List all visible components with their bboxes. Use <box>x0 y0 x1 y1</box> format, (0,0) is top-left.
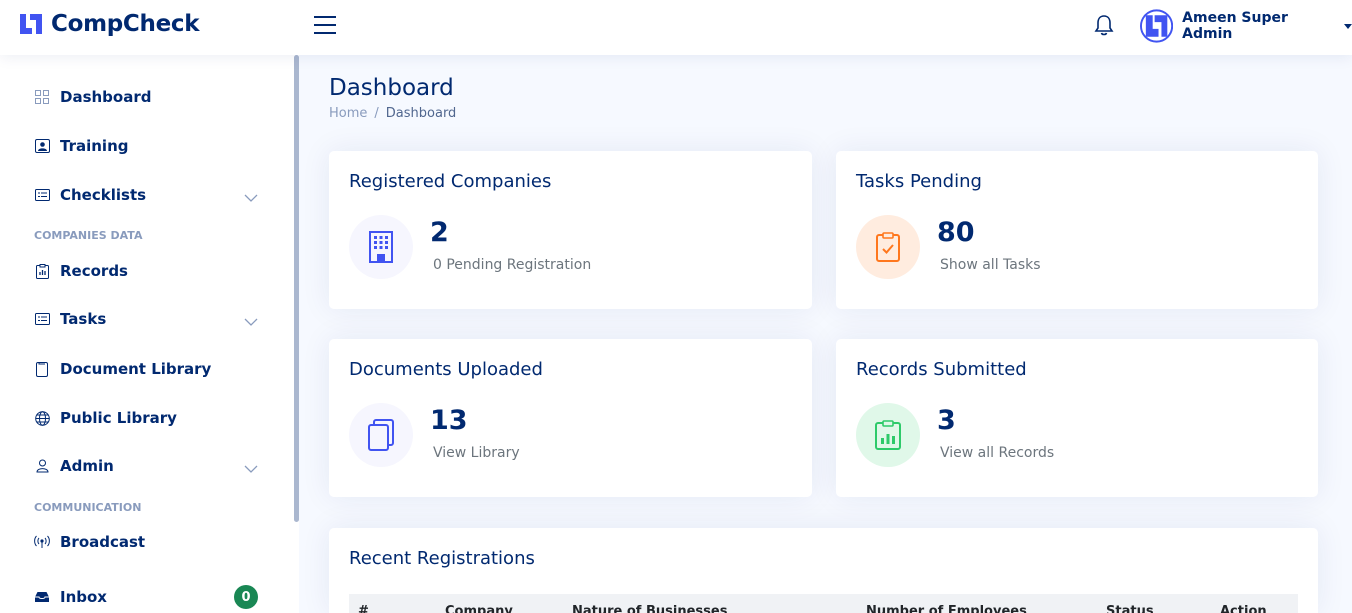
column-header[interactable]: # <box>358 604 369 613</box>
documents-uploaded-card: Documents Uploaded 13 View Library <box>329 339 812 497</box>
breadcrumb-home-link[interactable]: Home <box>329 106 367 121</box>
column-header[interactable]: Status <box>1106 604 1154 613</box>
sidebar-item-label: Dashboard <box>60 88 152 106</box>
sidebar-item-label: Admin <box>60 457 114 475</box>
card-title: Recent Registrations <box>349 548 535 569</box>
card-value: 80 <box>937 217 975 248</box>
sidebar-item-document-library[interactable]: Document Library <box>34 357 262 381</box>
sidebar-item-records[interactable]: Records <box>34 259 262 283</box>
column-header[interactable]: Action <box>1220 604 1267 613</box>
column-header[interactable]: Nature of Businesses <box>572 604 727 613</box>
sidebar-item-tasks[interactable]: Tasks <box>34 307 262 331</box>
sidebar-item-label: Records <box>60 262 128 280</box>
person-icon <box>34 458 50 474</box>
building-icon <box>349 215 413 279</box>
sidebar-item-inbox[interactable]: Inbox 0 <box>34 585 262 609</box>
profile-dropdown[interactable]: Ameen Super Admin <box>1140 9 1352 43</box>
clipboard-check-icon <box>856 215 920 279</box>
breadcrumb: Home / Dashboard <box>329 106 456 121</box>
card-value: 2 <box>430 217 449 248</box>
sidebar-item-label: Training <box>60 137 129 155</box>
sidebar-item-label: Inbox <box>60 588 107 606</box>
pending-registration-link[interactable]: 0 Pending Registration <box>433 257 591 273</box>
view-library-link[interactable]: View Library <box>433 445 520 461</box>
sidebar-item-admin[interactable]: Admin <box>34 454 262 478</box>
brand-logo[interactable]: CompCheck <box>18 11 200 37</box>
table-header: # Company Nature of Businesses Number of… <box>349 594 1298 613</box>
clipboard-data-icon <box>856 403 920 467</box>
column-header[interactable]: Number of Employees <box>866 604 1027 613</box>
sidebar-item-label: Checklists <box>60 186 147 204</box>
records-submitted-card: Records Submitted 3 View all Records <box>836 339 1318 497</box>
avatar <box>1140 9 1174 43</box>
chevron-down-icon <box>244 458 258 477</box>
sidebar-item-checklists[interactable]: Checklists <box>34 183 262 207</box>
card-title: Tasks Pending <box>856 171 982 192</box>
top-header: CompCheck Ameen Super Admin <box>0 0 1352 55</box>
card-title: Documents Uploaded <box>349 359 543 380</box>
caret-down-icon <box>1344 23 1352 29</box>
file-icon <box>34 361 50 377</box>
chevron-down-icon <box>244 311 258 330</box>
compcheck-logo-icon <box>20 14 42 34</box>
page-title: Dashboard <box>329 75 454 101</box>
sidebar-item-label: Tasks <box>60 310 107 328</box>
inbox-icon <box>34 589 50 605</box>
card-list-icon <box>34 311 50 327</box>
sidebar-item-training[interactable]: Training <box>34 134 262 158</box>
menu-toggle-icon[interactable] <box>314 16 336 34</box>
inbox-count-badge: 0 <box>234 585 258 609</box>
sidebar-item-label: Public Library <box>60 409 177 427</box>
sidebar-heading-communication: COMMUNICATION <box>34 501 142 514</box>
user-name: Ameen Super Admin <box>1182 10 1288 42</box>
brand-name: CompCheck <box>51 11 200 37</box>
sidebar-item-dashboard[interactable]: Dashboard <box>34 85 262 109</box>
broadcast-icon <box>34 534 50 550</box>
column-header[interactable]: Company <box>445 604 513 613</box>
card-value: 3 <box>937 405 956 436</box>
breadcrumb-separator: / <box>374 106 379 121</box>
sidebar-item-public-library[interactable]: Public Library <box>34 406 262 430</box>
clipboard-data-icon <box>34 263 50 279</box>
sidebar-item-label: Document Library <box>60 360 212 378</box>
recent-registrations-card: Recent Registrations # Company Nature of… <box>329 528 1318 613</box>
globe-icon <box>34 410 50 426</box>
breadcrumb-current: Dashboard <box>385 106 457 121</box>
card-value: 13 <box>430 405 468 436</box>
chevron-down-icon <box>244 187 258 206</box>
tasks-pending-card: Tasks Pending 80 Show all Tasks <box>836 151 1318 309</box>
view-all-records-link[interactable]: View all Records <box>940 445 1054 461</box>
files-icon <box>349 403 413 467</box>
card-title: Records Submitted <box>856 359 1027 380</box>
person-video-icon <box>34 138 50 154</box>
sidebar-scrollbar[interactable] <box>294 55 299 522</box>
notifications-bell-icon[interactable] <box>1094 14 1114 40</box>
show-all-tasks-link[interactable]: Show all Tasks <box>940 257 1041 273</box>
sidebar-item-label: Broadcast <box>60 533 146 551</box>
grid-icon <box>34 89 50 105</box>
registered-companies-card: Registered Companies 2 0 Pending Registr… <box>329 151 812 309</box>
card-list-icon <box>34 187 50 203</box>
sidebar-item-broadcast[interactable]: Broadcast <box>34 530 262 554</box>
sidebar-heading-companies-data: COMPANIES DATA <box>34 229 143 242</box>
card-title: Registered Companies <box>349 171 552 192</box>
